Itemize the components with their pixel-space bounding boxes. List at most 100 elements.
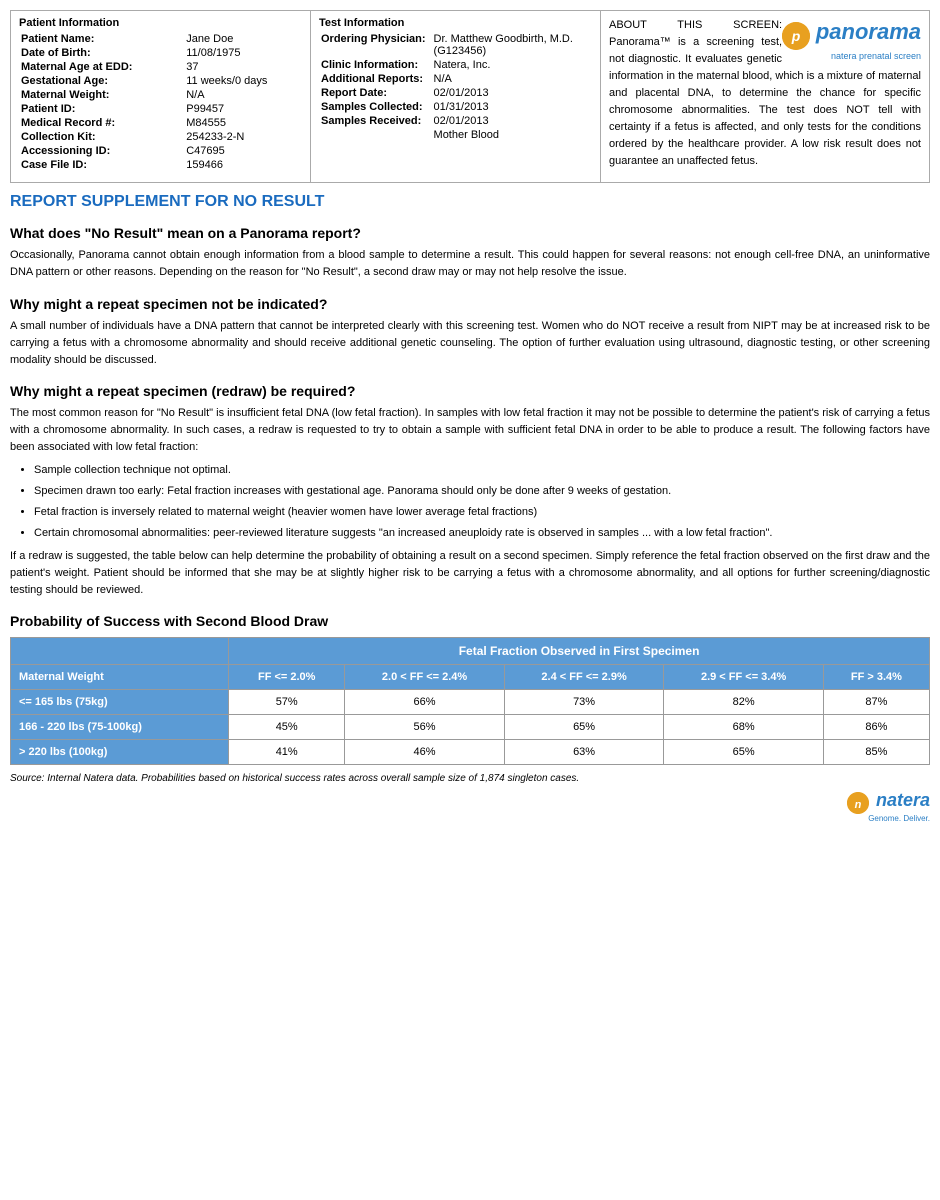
q1-heading: What does "No Result" mean on a Panorama… bbox=[10, 225, 930, 241]
field-value: M84555 bbox=[184, 116, 302, 130]
field-value: 11 weeks/0 days bbox=[184, 74, 302, 88]
ff-col-2-header: 2.0 < FF <= 2.4% bbox=[345, 665, 505, 690]
field-label: Case File ID: bbox=[19, 158, 184, 172]
panorama-logo: p panorama natera prenatal screen bbox=[782, 17, 921, 63]
table-row: Additional Reports: N/A bbox=[319, 72, 592, 86]
ff-col-4-header: 2.9 < FF <= 3.4% bbox=[664, 665, 824, 690]
data-cell: 65% bbox=[664, 740, 824, 765]
table-row: Maternal Age at EDD: 37 bbox=[19, 60, 302, 74]
patient-info-title: Patient Information bbox=[19, 17, 302, 29]
redraw-body: If a redraw is suggested, the table belo… bbox=[10, 548, 930, 599]
test-info-table: Ordering Physician: Dr. Matthew Goodbirt… bbox=[319, 32, 592, 142]
field-label: Samples Collected: bbox=[319, 100, 432, 114]
field-label: Medical Record #: bbox=[19, 116, 184, 130]
footer-brand-name: natera bbox=[876, 790, 930, 810]
q2-heading: Why might a repeat specimen not be indic… bbox=[10, 296, 930, 312]
table-row: > 220 lbs (100kg) 41% 46% 63% 65% 85% bbox=[11, 740, 930, 765]
table-row: Gestational Age: 11 weeks/0 days bbox=[19, 74, 302, 88]
field-label: Maternal Weight: bbox=[19, 88, 184, 102]
main-header: Fetal Fraction Observed in First Specime… bbox=[229, 638, 930, 665]
data-cell: 86% bbox=[823, 715, 929, 740]
field-label: Additional Reports: bbox=[319, 72, 432, 86]
field-label: Ordering Physician: bbox=[319, 32, 432, 58]
q3-heading: Why might a repeat specimen (redraw) be … bbox=[10, 383, 930, 399]
field-value: Dr. Matthew Goodbirth, M.D. (G123456) bbox=[432, 32, 592, 58]
field-label: Collection Kit: bbox=[19, 130, 184, 144]
field-value: 159466 bbox=[184, 158, 302, 172]
bullet-list: Sample collection technique not optimal.… bbox=[34, 462, 930, 542]
field-value: Jane Doe bbox=[184, 32, 302, 46]
field-label: Report Date: bbox=[319, 86, 432, 100]
field-value: 254233-2-N bbox=[184, 130, 302, 144]
footer-brand-sub: Genome. Deliver. bbox=[847, 814, 930, 823]
weight-col-header: Maternal Weight bbox=[11, 665, 229, 690]
table-row: Clinic Information: Natera, Inc. bbox=[319, 58, 592, 72]
data-cell: 41% bbox=[229, 740, 345, 765]
field-label: Patient Name: bbox=[19, 32, 184, 46]
field-value: 37 bbox=[184, 60, 302, 74]
logo-circle-icon: p bbox=[782, 22, 810, 50]
data-cell: 82% bbox=[664, 690, 824, 715]
table-row: Samples Received: 02/01/2013 bbox=[319, 114, 592, 128]
weight-cell: > 220 lbs (100kg) bbox=[11, 740, 229, 765]
list-item: Sample collection technique not optimal. bbox=[34, 462, 930, 479]
field-value: Natera, Inc. bbox=[432, 58, 592, 72]
ff-col-1-header: FF <= 2.0% bbox=[229, 665, 345, 690]
logo-graphic: p bbox=[782, 22, 810, 50]
field-value: 02/01/2013 bbox=[432, 86, 592, 100]
about-panel: p panorama natera prenatal screen ABOUT … bbox=[601, 11, 929, 182]
list-item: Specimen drawn too early: Fetal fraction… bbox=[34, 483, 930, 500]
field-value: N/A bbox=[432, 72, 592, 86]
field-label: Samples Received: bbox=[319, 114, 432, 128]
field-value: 11/08/1975 bbox=[184, 46, 302, 60]
natera-footer: n natera Genome. Deliver. bbox=[847, 790, 930, 823]
field-value: N/A bbox=[184, 88, 302, 102]
field-label: Gestational Age: bbox=[19, 74, 184, 88]
table-row: Accessioning ID: C47695 bbox=[19, 144, 302, 158]
q3-body: The most common reason for "No Result" i… bbox=[10, 405, 930, 456]
table-row: Patient Name: Jane Doe bbox=[19, 32, 302, 46]
table-row: Case File ID: 159466 bbox=[19, 158, 302, 172]
data-cell: 65% bbox=[504, 715, 664, 740]
source-text: Source: Internal Natera data. Probabilit… bbox=[10, 773, 930, 784]
data-cell: 73% bbox=[504, 690, 664, 715]
field-value: 02/01/2013 bbox=[432, 114, 592, 128]
patient-info-panel: Patient Information Patient Name: Jane D… bbox=[11, 11, 311, 182]
field-label bbox=[319, 128, 432, 142]
patient-info-table: Patient Name: Jane Doe Date of Birth: 11… bbox=[19, 32, 302, 172]
table-main-header-row: Fetal Fraction Observed in First Specime… bbox=[11, 638, 930, 665]
empty-header bbox=[11, 638, 229, 665]
field-value: P99457 bbox=[184, 102, 302, 116]
data-cell: 45% bbox=[229, 715, 345, 740]
report-supplement-title: REPORT SUPPLEMENT for NO RESULT bbox=[10, 193, 930, 211]
field-value: 01/31/2013 bbox=[432, 100, 592, 114]
ff-col-3-header: 2.4 < FF <= 2.9% bbox=[504, 665, 664, 690]
data-cell: 46% bbox=[345, 740, 505, 765]
table-row: Mother Blood bbox=[319, 128, 592, 142]
field-label: Maternal Age at EDD: bbox=[19, 60, 184, 74]
q1-body: Occasionally, Panorama cannot obtain eno… bbox=[10, 247, 930, 281]
field-label: Accessioning ID: bbox=[19, 144, 184, 158]
data-cell: 63% bbox=[504, 740, 664, 765]
data-cell: 56% bbox=[345, 715, 505, 740]
list-item: Fetal fraction is inversely related to m… bbox=[34, 504, 930, 521]
header-section: Patient Information Patient Name: Jane D… bbox=[10, 10, 930, 183]
data-cell: 57% bbox=[229, 690, 345, 715]
prob-table-title: Probability of Success with Second Blood… bbox=[10, 613, 930, 629]
table-row: Maternal Weight: N/A bbox=[19, 88, 302, 102]
footer-logo-icon: n bbox=[847, 792, 869, 814]
brand-sub: natera prenatal screen bbox=[782, 50, 921, 63]
footer-logo: n natera Genome. Deliver. bbox=[10, 790, 930, 823]
data-cell: 85% bbox=[823, 740, 929, 765]
brand-name: panorama bbox=[816, 19, 921, 44]
ff-col-5-header: FF > 3.4% bbox=[823, 665, 929, 690]
logo-circle-footer: n bbox=[847, 792, 869, 814]
svg-text:n: n bbox=[855, 799, 862, 811]
field-label: Clinic Information: bbox=[319, 58, 432, 72]
table-row: Collection Kit: 254233-2-N bbox=[19, 130, 302, 144]
test-info-panel: Test Information Ordering Physician: Dr.… bbox=[311, 11, 601, 182]
table-row: Ordering Physician: Dr. Matthew Goodbirt… bbox=[319, 32, 592, 58]
table-row: Samples Collected: 01/31/2013 bbox=[319, 100, 592, 114]
table-row: Medical Record #: M84555 bbox=[19, 116, 302, 130]
data-cell: 87% bbox=[823, 690, 929, 715]
